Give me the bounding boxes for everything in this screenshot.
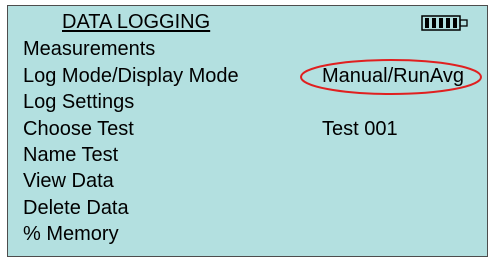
- menu-item-name-test[interactable]: Name Test: [23, 143, 118, 167]
- menu-item-delete-data[interactable]: Delete Data: [23, 196, 129, 220]
- menu-item-choose-test[interactable]: Choose Test: [23, 117, 134, 141]
- battery-icon: [421, 15, 475, 31]
- menu-item-view-data[interactable]: View Data: [23, 169, 114, 193]
- page-title: DATA LOGGING: [62, 11, 211, 33]
- choose-test-value: Test 001: [322, 118, 398, 140]
- menu-item-memory[interactable]: % Memory: [23, 222, 119, 246]
- menu-item-log-mode[interactable]: Log Mode/Display Mode: [23, 64, 239, 88]
- menu-item-measurements[interactable]: Measurements: [23, 37, 155, 61]
- menu-item-log-settings[interactable]: Log Settings: [23, 90, 134, 114]
- device-screen: DATA LOGGING Measurements Log Mode/Displ…: [7, 5, 488, 257]
- log-mode-value: Manual/RunAvg: [322, 65, 464, 87]
